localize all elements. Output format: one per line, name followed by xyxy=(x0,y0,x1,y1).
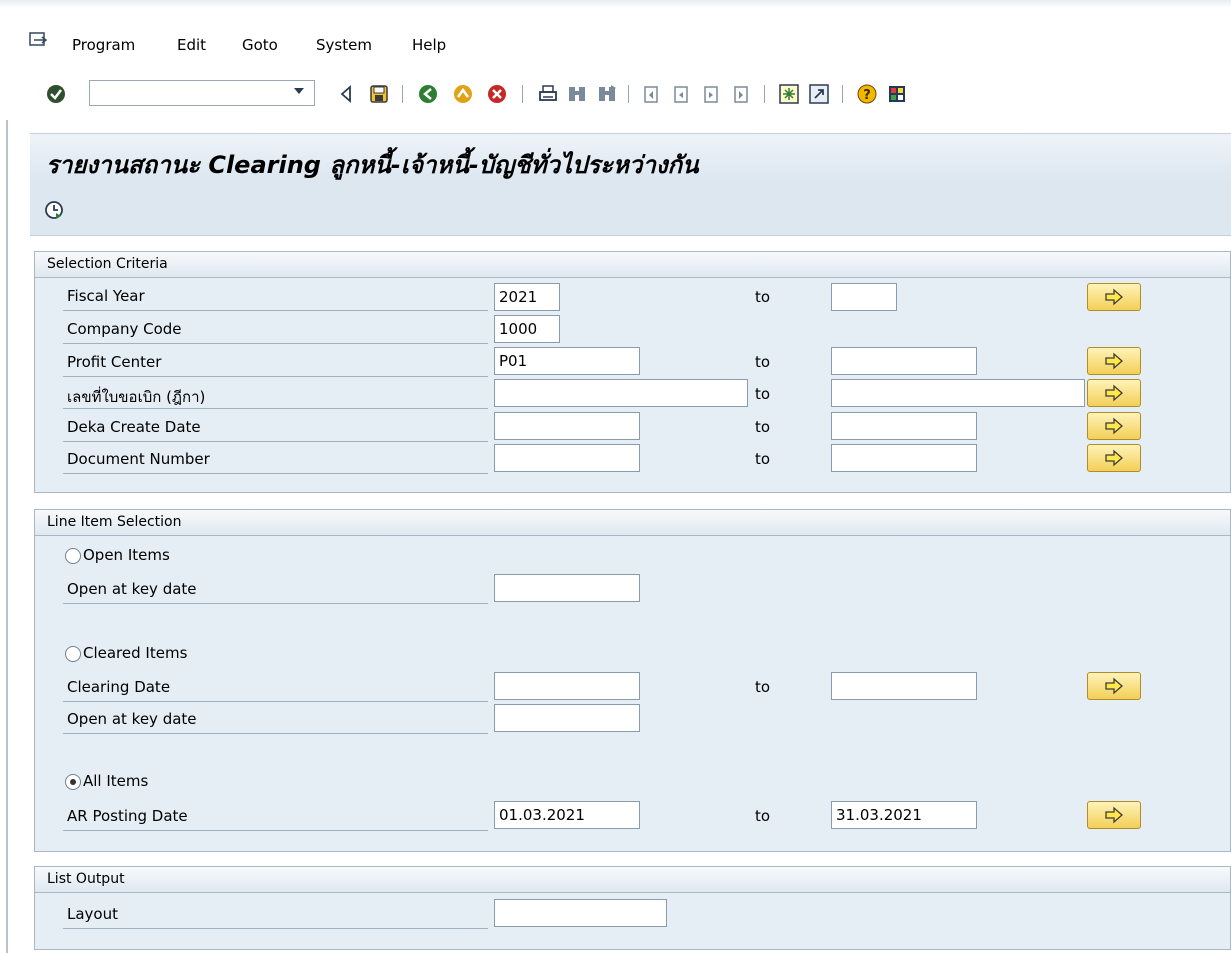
document-number-multiple-selection-button[interactable] xyxy=(1087,444,1141,472)
fiscal-year-from-input[interactable]: 2021 xyxy=(494,283,560,311)
execute-clock-icon[interactable] xyxy=(44,200,64,220)
document-number-to-input[interactable] xyxy=(831,444,977,472)
profit-center-multiple-selection-button[interactable] xyxy=(1087,347,1141,375)
to-label: to xyxy=(755,385,771,403)
document-number-from-input[interactable] xyxy=(494,444,640,472)
save-icon[interactable] xyxy=(368,83,390,105)
open-items-label: Open Items xyxy=(83,546,170,564)
command-field[interactable] xyxy=(89,80,315,106)
first-page-icon[interactable] xyxy=(640,83,662,105)
arrow-right-icon xyxy=(1105,384,1123,402)
open-items-radio[interactable] xyxy=(65,548,81,564)
to-label: to xyxy=(755,353,771,371)
clearing-date-multiple-selection-button[interactable] xyxy=(1087,672,1141,700)
cleared-key-date-label: Open at key date xyxy=(67,710,197,728)
ar-posting-date-to-input[interactable]: 31.03.2021 xyxy=(831,801,977,829)
request-number-multiple-selection-button[interactable] xyxy=(1087,379,1141,407)
to-label: to xyxy=(755,288,771,306)
print-icon[interactable] xyxy=(537,83,559,105)
menu-system[interactable]: System xyxy=(316,36,372,54)
company-code-input[interactable]: 1000 xyxy=(494,315,560,343)
help-icon[interactable]: ? xyxy=(856,83,878,105)
enter-check-icon[interactable] xyxy=(45,83,67,105)
request-number-label: เลขที่ใบขอเบิก (ฎีกา) xyxy=(67,388,206,406)
deka-create-date-multiple-selection-button[interactable] xyxy=(1087,412,1141,440)
all-items-radio[interactable] xyxy=(65,774,81,790)
exit-icon[interactable] xyxy=(452,83,474,105)
menu-program[interactable]: Program xyxy=(72,36,135,54)
page-title: รายงานสถานะ Clearing ลูกหนี้-เจ้าหนี้-บั… xyxy=(46,151,699,179)
profit-center-label: Profit Center xyxy=(67,353,162,371)
profit-center-from-input[interactable]: P01 xyxy=(494,347,640,375)
arrow-right-icon xyxy=(1105,806,1123,824)
line-item-selection-group: Line Item Selection Open Items Open at k… xyxy=(34,509,1231,852)
deka-create-date-from-input[interactable] xyxy=(494,412,640,440)
ar-posting-date-multiple-selection-button[interactable] xyxy=(1087,801,1141,829)
layout-input[interactable] xyxy=(494,899,667,927)
menu-bar: Program Edit Goto System Help xyxy=(0,0,1231,68)
deka-create-date-label: Deka Create Date xyxy=(67,418,201,436)
chevron-down-icon[interactable] xyxy=(294,88,304,94)
create-session-icon[interactable] xyxy=(778,83,800,105)
group-title: List Output xyxy=(47,871,125,887)
cancel-icon[interactable] xyxy=(486,83,508,105)
menu-help[interactable]: Help xyxy=(412,36,446,54)
request-number-to-input[interactable] xyxy=(831,379,1085,407)
fiscal-year-to-input[interactable] xyxy=(831,283,897,311)
selection-criteria-group: Selection Criteria Fiscal Year 2021 to C… xyxy=(34,251,1231,493)
find-icon[interactable] xyxy=(566,83,588,105)
arrow-right-icon xyxy=(1105,449,1123,467)
clearing-date-to-input[interactable] xyxy=(831,672,977,700)
menu-goto[interactable]: Goto xyxy=(242,36,278,54)
all-items-label: All Items xyxy=(83,772,149,790)
request-number-from-input[interactable] xyxy=(494,379,748,407)
company-code-label: Company Code xyxy=(67,320,182,338)
fiscal-year-multiple-selection-button[interactable] xyxy=(1087,283,1141,311)
layout-label: Layout xyxy=(67,905,118,923)
clearing-date-label: Clearing Date xyxy=(67,678,171,696)
group-title: Selection Criteria xyxy=(47,256,168,272)
svg-text:?: ? xyxy=(863,88,871,103)
clearing-date-from-input[interactable] xyxy=(494,672,640,700)
arrow-right-icon xyxy=(1105,352,1123,370)
arrow-right-icon xyxy=(1105,288,1123,306)
previous-page-icon[interactable] xyxy=(670,83,692,105)
open-key-date-label: Open at key date xyxy=(67,580,197,598)
arrow-right-icon xyxy=(1105,417,1123,435)
left-border xyxy=(6,120,8,953)
find-next-icon[interactable] xyxy=(596,83,618,105)
cleared-items-radio[interactable] xyxy=(65,646,81,662)
fiscal-year-label: Fiscal Year xyxy=(67,287,145,305)
shortcut-icon[interactable] xyxy=(808,83,830,105)
ar-posting-date-from-input[interactable]: 01.03.2021 xyxy=(494,801,640,829)
menu-icon[interactable] xyxy=(29,32,47,48)
to-label: to xyxy=(755,807,771,825)
title-bar: รายงานสถานะ Clearing ลูกหนี้-เจ้าหนี้-บั… xyxy=(30,133,1231,184)
back-triangle-icon[interactable] xyxy=(336,83,358,105)
list-output-group: List Output Layout xyxy=(34,866,1231,950)
application-toolbar xyxy=(30,183,1231,236)
next-page-icon[interactable] xyxy=(700,83,722,105)
cleared-items-label: Cleared Items xyxy=(83,644,188,662)
ar-posting-date-label: AR Posting Date xyxy=(67,807,188,825)
menu-edit[interactable]: Edit xyxy=(177,36,206,54)
to-label: to xyxy=(755,678,771,696)
customize-layout-icon[interactable] xyxy=(886,83,908,105)
to-label: to xyxy=(755,418,771,436)
document-number-label: Document Number xyxy=(67,450,210,468)
cleared-key-date-input[interactable] xyxy=(494,704,640,732)
to-label: to xyxy=(755,450,771,468)
arrow-right-icon xyxy=(1105,677,1123,695)
open-key-date-input[interactable] xyxy=(494,574,640,602)
back-icon[interactable] xyxy=(417,83,439,105)
deka-create-date-to-input[interactable] xyxy=(831,412,977,440)
group-title: Line Item Selection xyxy=(47,514,182,530)
last-page-icon[interactable] xyxy=(730,83,752,105)
profit-center-to-input[interactable] xyxy=(831,347,977,375)
